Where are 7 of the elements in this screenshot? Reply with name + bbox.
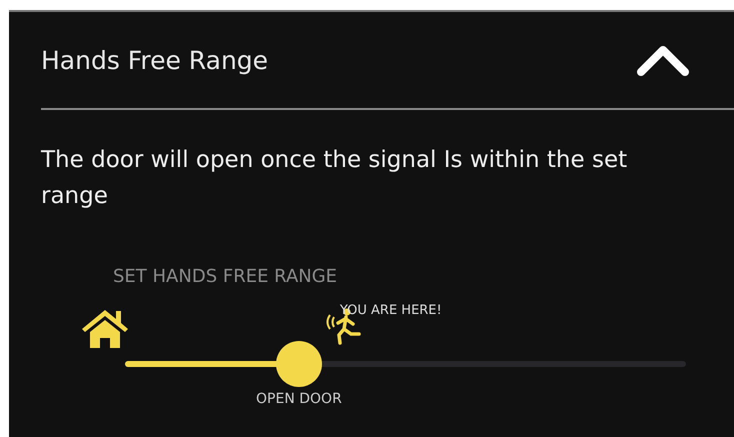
position-label: YOU ARE HERE! xyxy=(340,303,442,318)
house-icon xyxy=(80,307,130,349)
section-title: Hands Free Range xyxy=(41,46,268,74)
thumb-label: OPEN DOOR xyxy=(256,391,342,407)
range-label: SET HANDS FREE RANGE xyxy=(113,266,338,287)
slider-thumb[interactable] xyxy=(276,341,322,387)
description: The door will open once the signal Is within the set range xyxy=(41,146,628,211)
